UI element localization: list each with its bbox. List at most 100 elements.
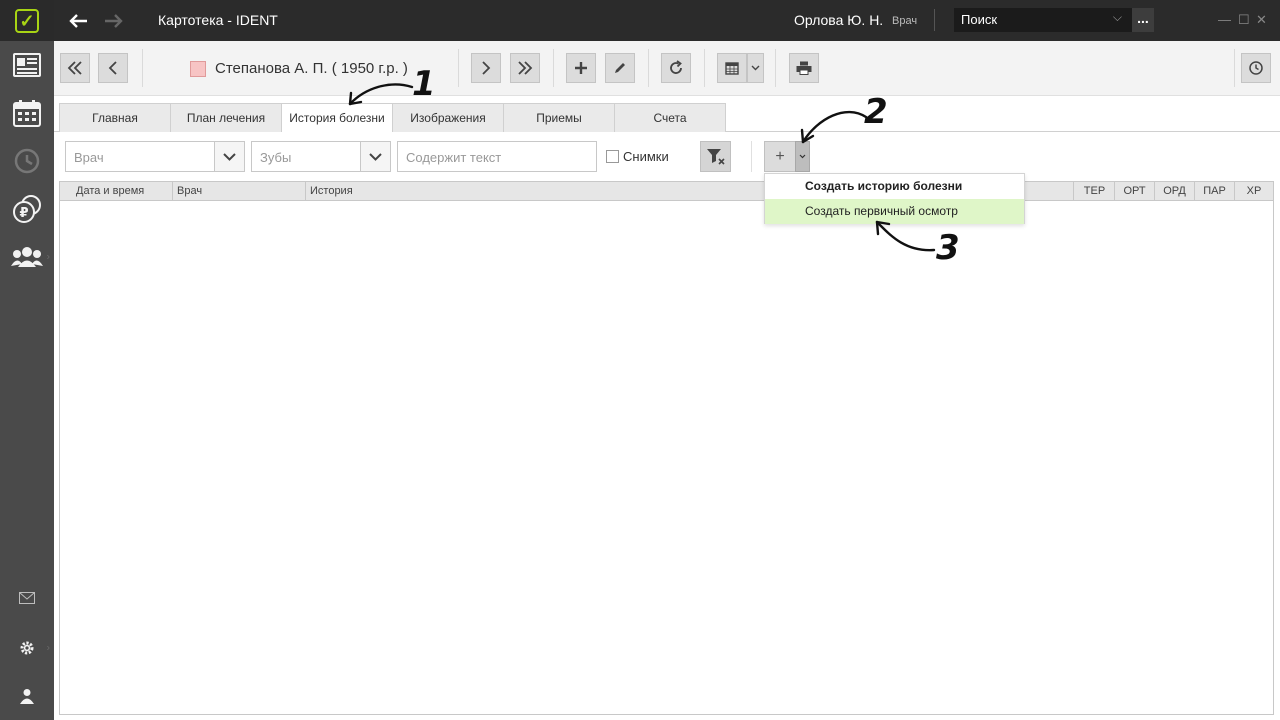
search-placeholder: Поиск — [961, 12, 998, 27]
last-record-button[interactable] — [510, 53, 540, 83]
logo-check-icon: ✓ — [15, 8, 39, 33]
rail-user[interactable] — [0, 673, 54, 719]
add-history-button[interactable]: + — [764, 141, 796, 172]
col-ort[interactable]: ОРТ — [1115, 182, 1155, 201]
images-checkbox-label[interactable]: Снимки — [623, 149, 669, 164]
tab-appointments[interactable]: Приемы — [503, 103, 615, 132]
print-button[interactable] — [789, 53, 819, 83]
doctor-filter[interactable]: Врач — [65, 141, 245, 172]
images-checkbox[interactable] — [606, 150, 619, 163]
col-ord[interactable]: ОРД — [1155, 182, 1195, 201]
history-table: Дата и время Врач История ТЕР ОРТ ОРД ПА… — [59, 181, 1274, 715]
toolbar-divider — [775, 49, 776, 87]
mail-icon — [19, 592, 35, 604]
plus-icon — [575, 62, 587, 74]
toolbar-divider — [142, 49, 143, 87]
edit-patient-button[interactable] — [605, 53, 635, 83]
arrow-left-icon — [69, 13, 87, 28]
rail-people[interactable]: › — [0, 234, 54, 280]
col-doctor[interactable]: Врач — [173, 182, 306, 201]
chevron-right-icon: › — [46, 251, 50, 263]
add-history-dropdown-button[interactable] — [795, 141, 810, 172]
chevron-right-icon — [482, 61, 491, 75]
svg-text:₽: ₽ — [19, 206, 28, 221]
user-icon — [20, 689, 34, 704]
doctor-filter-dropdown[interactable] — [214, 142, 244, 171]
toolbar-divider — [648, 49, 649, 87]
next-record-button[interactable] — [471, 53, 501, 83]
schedule-dropdown-button[interactable] — [747, 53, 764, 83]
chevron-down-icon[interactable]: ⌵ — [1113, 10, 1122, 25]
double-chevron-right-icon — [518, 61, 533, 75]
chevron-down-icon — [369, 152, 382, 161]
title-divider — [934, 9, 935, 31]
toolbar-divider — [553, 49, 554, 87]
refresh-icon — [670, 60, 682, 74]
patient-color-swatch — [190, 60, 206, 77]
toolbar-divider — [458, 49, 459, 87]
double-chevron-left-icon — [67, 61, 82, 75]
close-button[interactable]: ✕ — [1256, 12, 1267, 28]
chevron-left-icon — [108, 61, 117, 75]
patient-header: Степанова А. П. ( 1950 г.р. ) — [190, 60, 408, 77]
patient-name: Степанова А. П. ( 1950 г.р. ) — [215, 60, 408, 77]
rail-finance[interactable]: ₽ — [0, 186, 54, 232]
add-history-menu: Создать историю болезни Создать первичны… — [764, 173, 1025, 224]
forward-button[interactable] — [96, 0, 132, 41]
change-history-button[interactable] — [1241, 53, 1271, 83]
back-button[interactable] — [60, 0, 96, 41]
patient-toolbar: Степанова А. П. ( 1950 г.р. ) — [54, 41, 1280, 96]
teeth-filter-dropdown[interactable] — [360, 142, 390, 171]
schedule-button[interactable] — [717, 53, 747, 83]
window-title: Картотека - IDENT — [158, 12, 278, 28]
col-datetime[interactable]: Дата и время — [60, 182, 173, 201]
col-hr[interactable]: ХР — [1235, 182, 1273, 201]
finance-icon: ₽ — [13, 195, 41, 223]
search-box[interactable]: Поиск ⌵ — [954, 8, 1132, 32]
rail-patient-card[interactable] — [0, 42, 54, 88]
user-name[interactable]: Орлова Ю. Н. — [794, 12, 883, 28]
text-search-input[interactable]: Содержит текст — [397, 141, 597, 172]
chevron-down-icon — [223, 152, 236, 161]
filter-clear-icon — [706, 148, 725, 165]
menu-create-medical-history[interactable]: Создать историю болезни — [765, 174, 1024, 199]
doctor-filter-placeholder: Врач — [74, 150, 104, 165]
minimize-button[interactable]: — — [1218, 12, 1231, 27]
user-role: Врач — [892, 15, 918, 27]
tab-treatment-plan[interactable]: План лечения — [170, 103, 282, 132]
refresh-button[interactable] — [661, 53, 691, 83]
annotation-label-3: 3 — [936, 228, 960, 268]
annotation-label-2: 2 — [864, 92, 888, 132]
people-icon — [11, 247, 43, 267]
more-button[interactable]: ... — [1132, 8, 1154, 32]
gear-icon — [20, 641, 34, 655]
tab-main[interactable]: Главная — [59, 103, 171, 132]
add-patient-button[interactable] — [566, 53, 596, 83]
rail-history[interactable] — [0, 138, 54, 184]
col-par[interactable]: ПАР — [1195, 182, 1235, 201]
tab-medical-history[interactable]: История болезни — [281, 103, 393, 132]
teeth-filter[interactable]: Зубы — [251, 141, 391, 172]
maximize-button[interactable]: ☐ — [1238, 12, 1250, 28]
tab-invoices[interactable]: Счета — [614, 103, 726, 132]
app-logo[interactable]: ✓ — [0, 0, 54, 41]
teeth-filter-placeholder: Зубы — [260, 150, 292, 165]
rail-settings[interactable]: › — [0, 625, 54, 671]
history-icon — [14, 148, 40, 174]
rail-calendar[interactable] — [0, 90, 54, 136]
prev-record-button[interactable] — [98, 53, 128, 83]
chevron-right-icon: › — [46, 642, 50, 654]
chevron-down-icon — [751, 65, 760, 71]
calendar-icon — [13, 100, 41, 127]
calendar-icon — [725, 62, 739, 75]
tab-images[interactable]: Изображения — [392, 103, 504, 132]
rail-mail[interactable] — [0, 575, 54, 621]
arrow-right-icon — [105, 13, 123, 28]
menu-create-initial-exam[interactable]: Создать первичный осмотр — [765, 199, 1024, 224]
annotation-arrow-2 — [801, 110, 868, 144]
left-rail: ✓ ₽ › › — [0, 0, 54, 720]
filter-divider — [751, 141, 752, 172]
first-record-button[interactable] — [60, 53, 90, 83]
col-ter[interactable]: ТЕР — [1075, 182, 1115, 201]
clear-filter-button[interactable] — [700, 141, 731, 172]
